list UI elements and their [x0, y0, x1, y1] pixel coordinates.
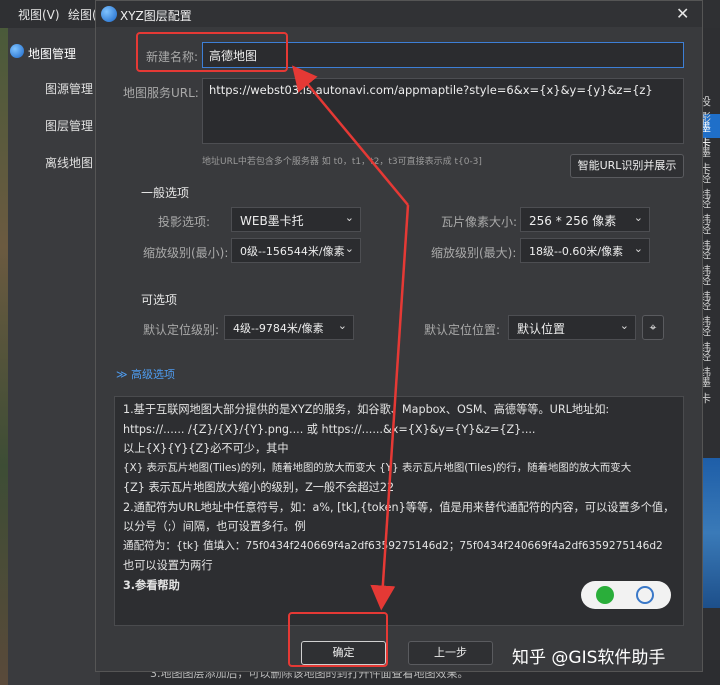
annotation-arrows [292, 65, 410, 611]
watermark: 知乎 @GIS软件助手 [512, 648, 666, 668]
arrow-to-ok [370, 204, 410, 611]
arrow-to-name [292, 65, 409, 206]
